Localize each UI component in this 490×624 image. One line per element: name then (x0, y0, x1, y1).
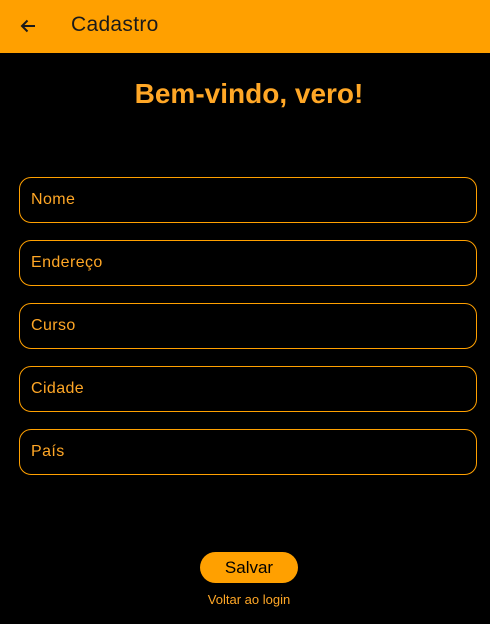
city-field[interactable]: Cidade (19, 366, 477, 412)
back-button[interactable] (14, 12, 42, 40)
save-button[interactable]: Salvar (200, 552, 298, 583)
page-title: Cadastro (71, 13, 159, 36)
address-field-label: Endereço (31, 254, 103, 271)
country-field[interactable]: País (19, 429, 477, 475)
arrow-left-icon (20, 19, 35, 33)
address-field[interactable]: Endereço (19, 240, 477, 286)
welcome-heading: Bem-vindo, vero! (134, 78, 364, 109)
app-bar: Cadastro (0, 0, 490, 53)
country-field-label: País (31, 443, 65, 460)
save-button-label: Salvar (224, 557, 274, 577)
course-field-label: Curso (31, 317, 76, 334)
city-field-label: Cidade (31, 380, 85, 397)
course-field[interactable]: Curso (19, 303, 477, 349)
name-field-label: Nome (31, 191, 76, 208)
back-to-login-link[interactable]: Voltar ao login (0, 592, 490, 607)
name-field[interactable]: Nome (19, 177, 477, 223)
